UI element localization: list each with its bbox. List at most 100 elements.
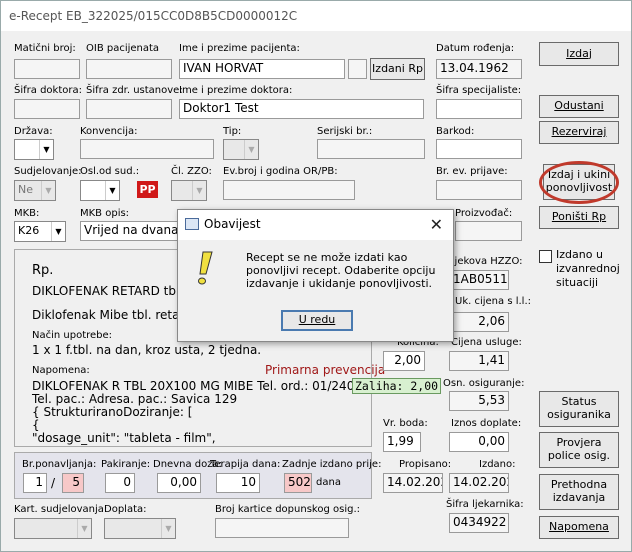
cl-zzo-select[interactable]: ▼ [171,180,207,201]
evbroj-label: Ev.broj i godina OR/PB: [223,166,338,177]
doplata-select[interactable]: ▼ [104,518,176,539]
ok-label: U redu [298,313,336,327]
izdaj-button[interactable]: Izdaj [539,42,619,66]
sifra-doktora-field[interactable] [14,99,80,119]
izdano-izv-checkbox[interactable] [539,250,552,263]
pacijent-small-field[interactable] [348,59,367,79]
osn-osiguranje-label: Osn. osiguranje: [443,378,525,389]
highlight-ellipse [539,161,619,204]
window-title: e-Recept EB_322025/015CC0D8B5CD0000012C [1,1,631,31]
chevron-down-icon: ▼ [161,519,175,538]
nacin-value: 1 x 1 f.tbl. na dan, kroz usta, 2 tjedna… [32,343,262,357]
br-ev-prijave-label: Br. ev. prijave: [436,166,508,177]
napomena-button[interactable]: Napomena [539,516,619,539]
prethodna-label-2: izdavanja [552,491,606,504]
chevron-down-icon: ▼ [51,222,65,241]
close-icon[interactable]: ✕ [430,215,443,234]
exclamation-icon [198,251,213,285]
doplata-label: Doplata: [104,504,147,515]
mkb-label: MKB: [14,208,40,219]
vr-boda-field[interactable]: 1,99 [383,432,421,452]
odustani-button[interactable]: Odustani [539,95,619,118]
cijena-usluge-field[interactable]: 1,41 [449,351,509,371]
sifra-specijaliste-field[interactable] [436,99,522,119]
sudjelovanje-select[interactable]: Ne ▼ [14,180,56,201]
oslod-label: Osl.od sud.: [80,166,140,177]
provjera-police-button[interactable]: Provjera police osig. [539,432,619,468]
mkb-opis-label: MKB opis: [80,208,130,219]
prescription-line5: { StrukturiranoDoziranje: [ [32,405,193,419]
konvencija-field[interactable] [80,139,214,159]
bottom-band: Br.ponavljanja: 1 / 5 Pakiranje: 0 Dnevn… [14,452,381,499]
br-pon-field[interactable]: 1 [23,473,47,493]
izdaj-label: Izdaj [566,46,592,60]
datum-rodenja-field[interactable]: 13.04.1962 [436,59,522,79]
iznos-doplate-field[interactable]: 0,00 [449,432,509,452]
dnevna-doza-field[interactable]: 0,00 [157,473,201,493]
prescription-line7: "dosage_unit": "tableta - film", [32,431,216,445]
napomena-label: Napomena [549,520,609,534]
prethodna-izdavanja-button[interactable]: Prethodna izdavanja [539,474,619,510]
ponisti-rp-button[interactable]: Poništi Rp [539,206,619,229]
barkod-label: Barkod: [436,126,475,137]
proizvodjac-field[interactable] [455,221,522,241]
pakiranje-label: Pakiranje: [101,459,151,470]
zadnje-field[interactable]: 502 [284,473,312,493]
mkb-value: K26 [18,224,40,237]
br-ponavljanja-label: Br.ponavljanja: [22,459,97,470]
propisano-label: Propisano: [399,459,452,470]
status-osiguranika-button[interactable]: Status osiguranika [539,391,619,427]
sifra-hzzo-field[interactable]: 1AB05111 [449,270,509,290]
terapija-field[interactable]: 10 [216,473,260,493]
izdano-field[interactable]: 14.02.2025 [449,473,509,493]
ime-doktora-field[interactable]: Doktor1 Test [179,99,424,119]
evbroj-field[interactable] [223,180,355,200]
dialog-title: Obavijest [204,217,261,231]
rezerviraj-button[interactable]: Rezerviraj [539,121,619,144]
prescription-line3: DIKLOFENAK R TBL 20X100 MG MIBE Tel. ord… [32,379,390,393]
barkod-field[interactable] [436,139,522,159]
oib-label: OIB pacijenata [86,43,160,54]
dialog-message: Recept se ne može izdati kao ponovljivi … [246,251,436,291]
prescription-line6: { [32,418,40,432]
pp-icon[interactable]: PP [137,181,158,198]
propisano-field[interactable]: 14.02.2025 [383,473,443,493]
sifra-ljekarnika-label: Šifra ljekarnika: [446,499,524,510]
mkb-opis-field[interactable]: Vrijed na dvanaesnik [80,221,180,241]
kart-label: Kart. sudjelovanja: [14,504,108,515]
drzava-select[interactable]: ▼ [14,139,54,160]
sifra-hzzo-label: lijekova HZZO: [449,256,523,267]
tip-select[interactable]: ▼ [223,139,259,160]
cijena-usluge-label: Cijena usluge: [451,337,522,348]
cijena-label: Uk. cijena s l.l.: [455,296,531,307]
maticni-broj-field[interactable] [14,59,80,79]
br-pon-total-field[interactable]: 5 [62,473,84,493]
oslod-select[interactable]: ▼ [80,180,120,201]
serijski-field[interactable] [317,139,425,159]
ime-pacijenta-field[interactable]: IVAN HORVAT [179,59,345,79]
pakiranje-field[interactable]: 0 [105,473,135,493]
osn-osiguranje-field[interactable]: 5,53 [449,391,509,411]
izdani-rp-button[interactable]: Izdani Rp [370,58,425,80]
status-label-2: osiguranika [547,408,611,421]
kolicina-field[interactable]: 2,00 [383,351,425,371]
maticni-broj-label: Matični broj: [14,43,76,54]
mkb-select[interactable]: K26 ▼ [14,221,66,242]
kart-select[interactable]: ▼ [14,518,92,539]
dialog-titlebar: Obavijest ✕ [178,210,453,240]
ok-button[interactable]: U redu [281,310,353,331]
sifra-ljekarnika-field[interactable]: 0434922 [449,513,509,533]
izdano-label: Izdano: [479,459,516,470]
cijena-field[interactable]: 2,06 [449,312,509,332]
window-icon [185,218,199,230]
broj-kartice-label: Broj kartice dopunskog osig.: [215,504,360,515]
broj-kartice-field[interactable] [215,518,349,538]
chevron-down-icon: ▼ [192,181,206,200]
chevron-down-icon: ▼ [105,181,119,200]
sifra-ustanove-field[interactable] [86,99,172,119]
izdano-izv-text: Izdano u izvanrednoj situaciji [556,248,620,289]
provjera-label-2: police osig. [547,449,611,462]
br-ev-prijave-field[interactable] [436,180,522,200]
oib-field[interactable] [86,59,172,79]
ponisti-label: Poništi Rp [551,210,607,224]
